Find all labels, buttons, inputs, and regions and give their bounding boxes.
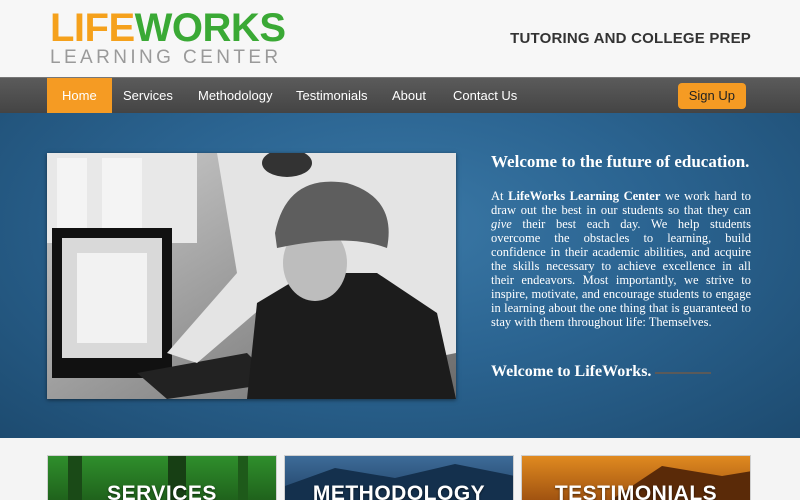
feature-cards: SERVICES METHODOLOGY TESTIMONIALS (0, 438, 800, 500)
hero-para-bold: LifeWorks Learning Center (508, 189, 661, 203)
logo-works-text: WORKS (134, 6, 286, 50)
hero-para-prefix: At (491, 189, 509, 203)
hero-section: Welcome to the future of education. At L… (0, 113, 800, 438)
hero-title: Welcome to the future of education. (491, 152, 750, 171)
card-services-title: SERVICES (107, 482, 217, 500)
nav-item-about[interactable]: About (392, 78, 426, 114)
nav-item-methodology[interactable]: Methodology (198, 78, 272, 114)
card-testimonials[interactable]: TESTIMONIALS (521, 455, 751, 500)
hero-photo (47, 153, 456, 399)
hero-divider (655, 372, 711, 374)
card-methodology[interactable]: METHODOLOGY (284, 455, 514, 500)
tagline: TUTORING AND COLLEGE PREP (510, 30, 751, 47)
nav-item-testimonials[interactable]: Testimonials (296, 78, 368, 114)
card-testimonials-title: TESTIMONIALS (554, 482, 718, 500)
card-methodology-title: METHODOLOGY (312, 482, 486, 500)
hero-closing: Welcome to LifeWorks. (491, 363, 652, 380)
main-nav: Home Services Methodology Testimonials A… (0, 77, 800, 114)
logo-life-text: LIFE (50, 6, 135, 50)
hero-para-rest: their best each day. We help students ov… (491, 217, 751, 329)
site-header: LIFEWORKS LEARNING CENTER TUTORING AND C… (0, 0, 800, 77)
hero-para-italic: give (491, 217, 512, 231)
nav-item-services[interactable]: Services (123, 78, 173, 114)
logo-subtitle: LEARNING CENTER (50, 47, 282, 68)
nav-item-contact[interactable]: Contact Us (453, 78, 517, 114)
nav-item-home[interactable]: Home (47, 78, 112, 114)
card-services[interactable]: SERVICES (47, 455, 277, 500)
site-logo[interactable]: LIFEWORKS LEARNING CENTER (50, 8, 286, 68)
hero-photo-illustration (47, 153, 456, 399)
logo-wordmark: LIFEWORKS (50, 8, 286, 48)
hero-paragraph: At LifeWorks Learning Center we work har… (491, 189, 751, 329)
sign-up-button[interactable]: Sign Up (677, 83, 746, 109)
